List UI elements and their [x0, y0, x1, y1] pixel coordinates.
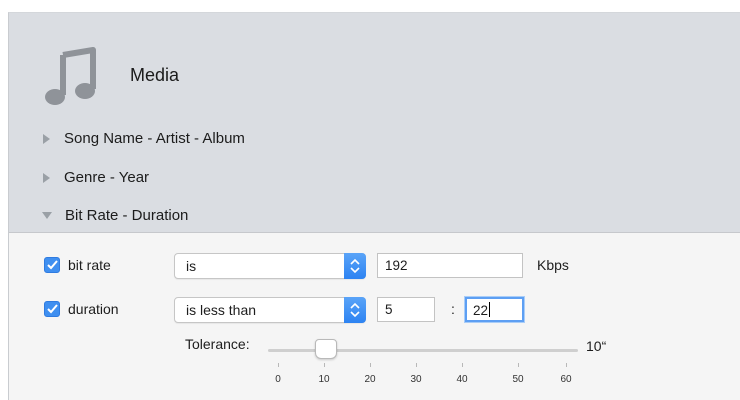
media-info-panel: Media Song Name - Artist - Album Genre -…	[8, 12, 740, 400]
section-label: Song Name - Artist - Album	[64, 130, 245, 147]
tolerance-label: Tolerance:	[185, 336, 250, 352]
music-note-icon	[45, 47, 96, 105]
duration-separator: :	[451, 301, 455, 317]
duration-seconds-value: 22	[473, 303, 489, 318]
section-label: Bit Rate - Duration	[65, 207, 189, 224]
bitrate-label: bit rate	[68, 257, 111, 273]
checkmark-icon	[47, 304, 58, 314]
popup-chevrons-icon[interactable]	[344, 297, 366, 323]
tolerance-tick-label: 60	[560, 374, 572, 385]
duration-condition-value: is less than	[186, 302, 257, 318]
bitrate-condition-value: is	[186, 258, 197, 274]
bitrate-units: Kbps	[537, 257, 569, 273]
disclosure-triangle-right-icon[interactable]	[43, 172, 50, 183]
disclosure-triangle-right-icon[interactable]	[43, 133, 50, 144]
tolerance-tick-label: 10	[318, 374, 330, 385]
bitrate-value: 192	[385, 258, 408, 273]
tolerance-tick-label: 0	[275, 374, 281, 385]
tolerance-tick-10	[324, 363, 325, 367]
popup-chevrons-icon[interactable]	[344, 253, 366, 279]
bitrate-checkbox[interactable]	[44, 257, 60, 273]
tolerance-tick-20	[370, 363, 371, 367]
duration-checkbox[interactable]	[44, 301, 60, 317]
tolerance-value: 10“	[586, 338, 607, 354]
tolerance-tick-label: 20	[364, 374, 376, 385]
duration-condition-popup[interactable]: is less than	[174, 297, 366, 323]
checkmark-icon	[47, 260, 58, 270]
media-header: Media Song Name - Artist - Album Genre -…	[9, 13, 740, 232]
section-label: Genre - Year	[64, 169, 150, 186]
bitrate-value-input[interactable]: 192	[377, 253, 523, 278]
bitrate-row: bit rate is 192 Kbps	[0, 251, 740, 281]
section-song-name-artist-album[interactable]: Song Name - Artist - Album	[43, 130, 245, 147]
bitrate-condition-popup[interactable]: is	[174, 253, 366, 279]
duration-minutes-input[interactable]: 5	[377, 297, 435, 322]
duration-label: duration	[68, 301, 119, 317]
tolerance-tick-30	[416, 363, 417, 367]
tolerance-tick-label: 30	[410, 374, 422, 385]
tolerance-tick-label: 40	[456, 374, 468, 385]
tolerance-tick-40	[462, 363, 463, 367]
tolerance-slider-thumb[interactable]	[315, 339, 337, 359]
tolerance-tick-label: 50	[512, 374, 524, 385]
disclosure-triangle-down-icon[interactable]	[42, 212, 52, 219]
duration-row: duration is less than 5 : 22	[0, 295, 740, 325]
media-title: Media	[130, 65, 180, 85]
text-caret	[489, 302, 491, 317]
tolerance-tick-50	[518, 363, 519, 367]
section-bit-rate-duration[interactable]: Bit Rate - Duration	[42, 207, 189, 224]
tolerance-tick-60	[566, 363, 567, 367]
tolerance-tick-0	[278, 363, 279, 367]
duration-minutes-value: 5	[385, 302, 393, 317]
section-genre-year[interactable]: Genre - Year	[43, 169, 149, 186]
duration-seconds-input[interactable]: 22	[465, 297, 524, 322]
